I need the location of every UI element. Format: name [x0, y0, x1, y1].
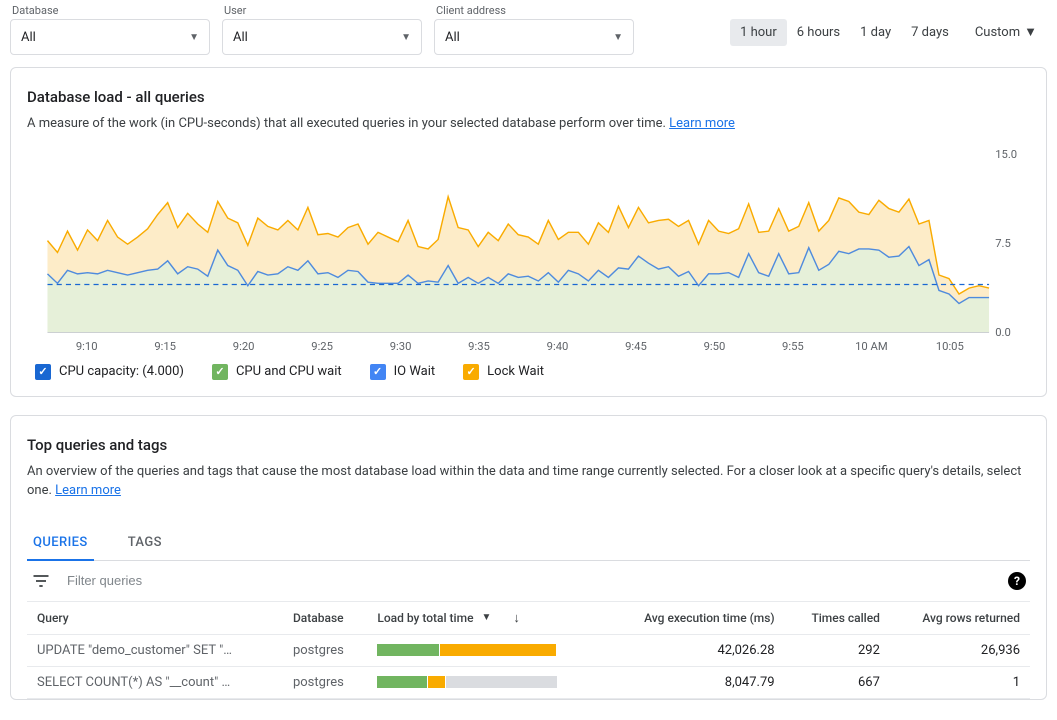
svg-text:9:45: 9:45	[625, 340, 647, 353]
table-row[interactable]: SELECT COUNT(*) AS "__count" …postgres 8,…	[27, 666, 1030, 698]
legend-label: CPU and CPU wait	[236, 364, 342, 379]
user-dropdown-value: All	[233, 30, 248, 45]
database-load-card: Database load - all queries A measure of…	[10, 67, 1047, 397]
svg-text:0.0: 0.0	[995, 326, 1011, 339]
user-dropdown[interactable]: All ▼	[222, 19, 422, 55]
time-range-7days[interactable]: 7 days	[901, 19, 959, 46]
table-row[interactable]: UPDATE "demo_customer" SET "…postgres 42,…	[27, 634, 1030, 666]
filter-icon[interactable]	[31, 571, 51, 591]
svg-text:9:30: 9:30	[390, 340, 412, 353]
cell-database: postgres	[283, 666, 367, 698]
col-load-label: Load by total time	[377, 611, 473, 625]
chevron-down-icon: ▼	[1024, 24, 1037, 40]
top-queries-title: Top queries and tags	[27, 436, 1030, 454]
svg-text:9:55: 9:55	[782, 340, 804, 353]
database-load-title: Database load - all queries	[27, 88, 1030, 106]
database-dropdown[interactable]: All ▼	[10, 19, 210, 55]
learn-more-link[interactable]: Learn more	[55, 483, 121, 498]
legend-label: CPU capacity: (4.000)	[59, 364, 184, 379]
legend-label: Lock Wait	[487, 364, 544, 379]
user-filter-group: User All ▼	[222, 4, 422, 55]
database-load-desc: A measure of the work (in CPU-seconds) t…	[27, 114, 1030, 134]
col-query[interactable]: Query	[27, 601, 283, 634]
tab-queries[interactable]: QUERIES	[27, 525, 94, 560]
cell-times: 667	[785, 666, 890, 698]
database-load-chart[interactable]: 0.0 7.5 15.0 9:10 9:15 9:20 9:25 9:30 9:35 9:40 9:…	[27, 146, 1030, 356]
cell-query: UPDATE "demo_customer" SET "…	[27, 634, 283, 666]
svg-text:9:25: 9:25	[311, 340, 333, 353]
svg-text:10 AM: 10 AM	[855, 340, 888, 353]
client-dropdown[interactable]: All ▼	[434, 19, 634, 55]
database-load-desc-text: A measure of the work (in CPU-seconds) t…	[27, 116, 669, 131]
client-filter-label: Client address	[434, 4, 634, 17]
cell-loadbar	[367, 666, 605, 698]
time-range-6hours[interactable]: 6 hours	[787, 19, 850, 46]
tab-tags[interactable]: TAGS	[122, 525, 168, 560]
table-header-row: Query Database Load by total time ▼ ↓ Av…	[27, 601, 1030, 634]
svg-text:9:50: 9:50	[704, 340, 726, 353]
queries-table: Query Database Load by total time ▼ ↓ Av…	[27, 601, 1030, 699]
legend-cpu-capacity[interactable]: ✓ CPU capacity: (4.000)	[35, 364, 184, 380]
chart-svg: 0.0 7.5 15.0 9:10 9:15 9:20 9:25 9:30 9:35 9:40 9:…	[27, 146, 1030, 356]
svg-text:7.5: 7.5	[995, 237, 1011, 250]
top-filter-bar: Database All ▼ User All ▼ Client address…	[10, 0, 1047, 67]
svg-text:9:40: 9:40	[547, 340, 569, 353]
time-range-custom-label: Custom	[975, 25, 1020, 40]
client-filter-group: Client address All ▼	[434, 4, 634, 55]
checkbox-icon: ✓	[463, 364, 479, 380]
learn-more-link[interactable]: Learn more	[669, 116, 735, 131]
cell-avg-exec: 8,047.79	[605, 666, 784, 698]
svg-text:10:05: 10:05	[936, 340, 964, 353]
cell-rows: 26,936	[890, 634, 1030, 666]
query-filter-row: ?	[27, 561, 1030, 601]
time-range-1day[interactable]: 1 day	[850, 19, 901, 46]
client-dropdown-value: All	[445, 30, 460, 45]
svg-text:9:15: 9:15	[154, 340, 176, 353]
database-filter-label: Database	[10, 4, 210, 17]
cell-loadbar	[367, 634, 605, 666]
col-load[interactable]: Load by total time ▼ ↓	[367, 601, 605, 634]
svg-text:9:20: 9:20	[233, 340, 255, 353]
svg-text:9:35: 9:35	[468, 340, 490, 353]
filter-group-container: Database All ▼ User All ▼ Client address…	[10, 4, 634, 55]
cell-query: SELECT COUNT(*) AS "__count" …	[27, 666, 283, 698]
help-icon[interactable]: ?	[1008, 572, 1026, 590]
cell-database: postgres	[283, 634, 367, 666]
chart-legend: ✓ CPU capacity: (4.000) ✓ CPU and CPU wa…	[27, 364, 1030, 380]
chevron-down-icon: ▼	[401, 32, 411, 43]
time-range-1hour[interactable]: 1 hour	[730, 19, 787, 46]
legend-label: IO Wait	[394, 364, 436, 379]
legend-lock-wait[interactable]: ✓ Lock Wait	[463, 364, 544, 380]
user-filter-label: User	[222, 4, 422, 17]
col-database[interactable]: Database	[283, 601, 367, 634]
cell-times: 292	[785, 634, 890, 666]
chevron-down-icon: ▼	[189, 32, 199, 43]
database-dropdown-value: All	[21, 30, 36, 45]
filter-queries-input[interactable]	[67, 573, 992, 588]
col-times[interactable]: Times called	[785, 601, 890, 634]
svg-text:9:10: 9:10	[76, 340, 98, 353]
arrow-down-icon: ↓	[513, 610, 520, 626]
checkbox-icon: ✓	[212, 364, 228, 380]
queries-tabs: QUERIES TAGS	[27, 525, 1030, 561]
svg-text:15.0: 15.0	[995, 148, 1017, 161]
time-range-custom[interactable]: Custom ▼	[965, 18, 1047, 46]
legend-cpu-wait[interactable]: ✓ CPU and CPU wait	[212, 364, 342, 380]
checkbox-icon: ✓	[370, 364, 386, 380]
col-rows[interactable]: Avg rows returned	[890, 601, 1030, 634]
col-avg-exec[interactable]: Avg execution time (ms)	[605, 601, 784, 634]
chevron-down-icon: ▼	[613, 32, 623, 43]
cell-avg-exec: 42,026.28	[605, 634, 784, 666]
legend-io-wait[interactable]: ✓ IO Wait	[370, 364, 436, 380]
top-queries-desc-text: An overview of the queries and tags that…	[27, 464, 1021, 499]
cell-rows: 1	[890, 666, 1030, 698]
sort-indicator-icon: ▼	[482, 612, 492, 623]
top-queries-desc: An overview of the queries and tags that…	[27, 462, 1030, 501]
top-queries-card: Top queries and tags An overview of the …	[10, 415, 1047, 700]
time-range-selector: 1 hour 6 hours 1 day 7 days Custom ▼	[730, 18, 1047, 46]
database-filter-group: Database All ▼	[10, 4, 210, 55]
checkbox-icon: ✓	[35, 364, 51, 380]
